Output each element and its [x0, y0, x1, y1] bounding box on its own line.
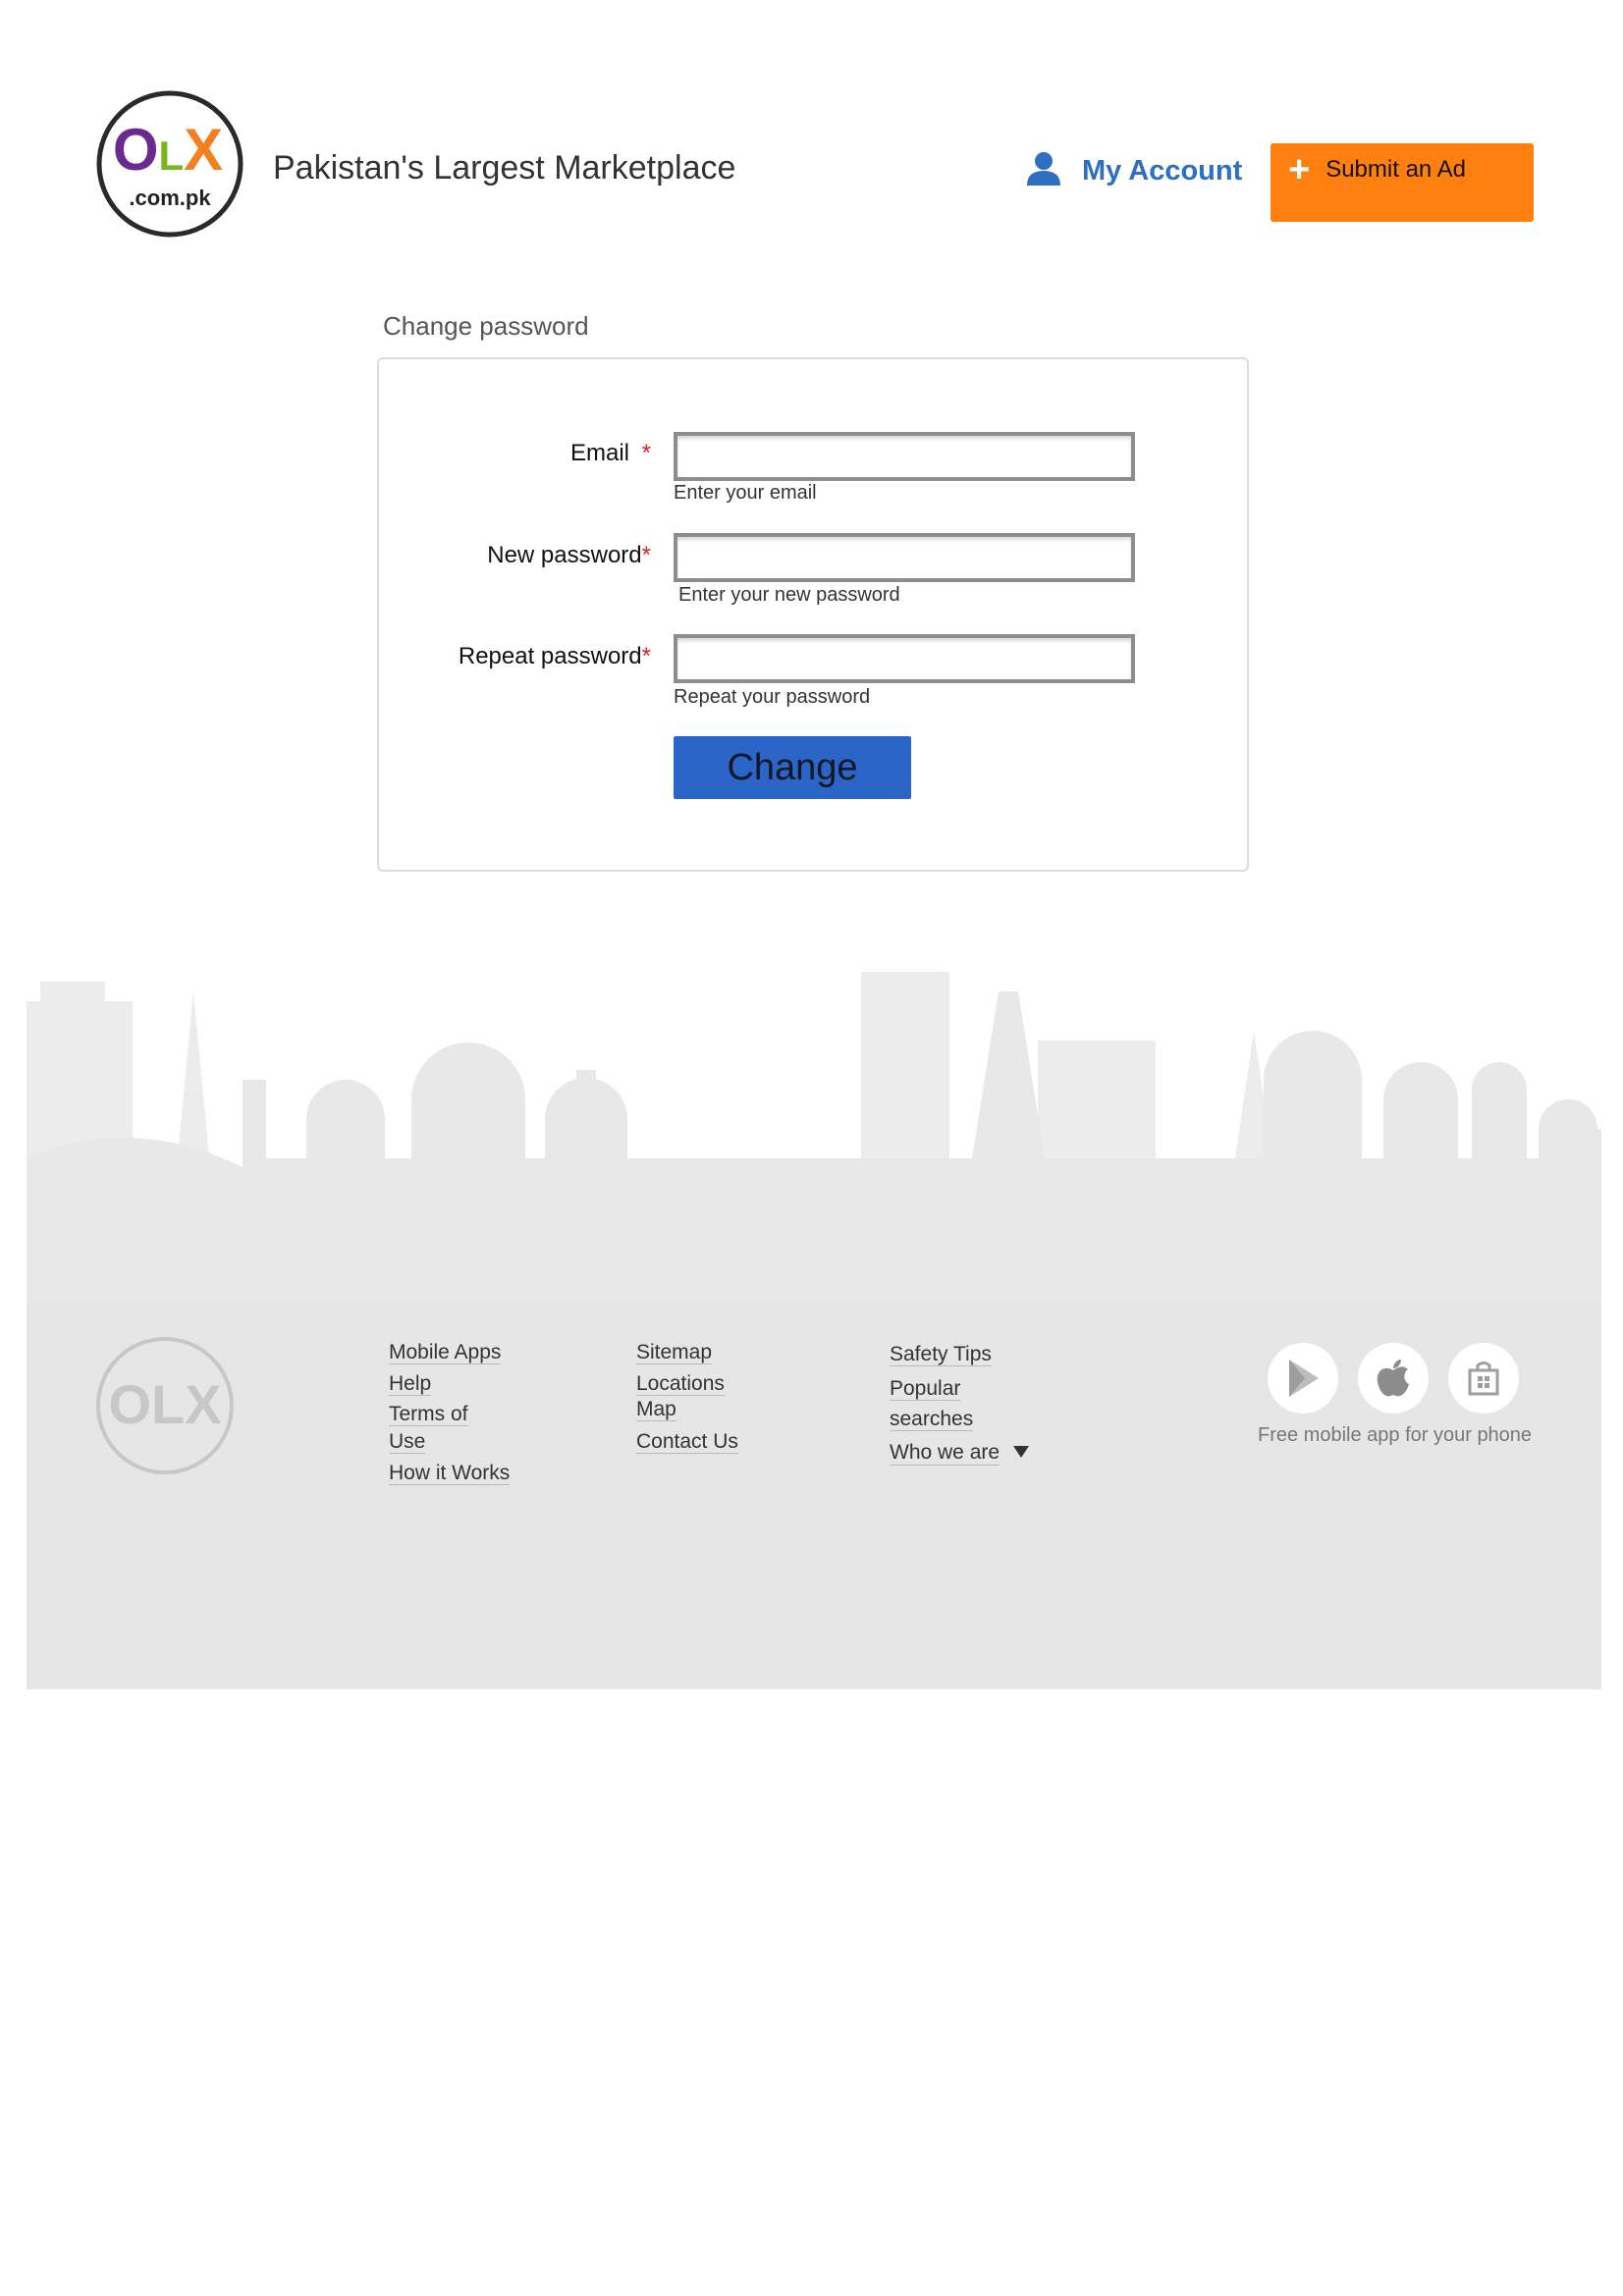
footer-link-who-we-are: Who we are: [890, 1441, 1001, 1466]
footer-link-safety-tips[interactable]: Safety Tips: [890, 1343, 992, 1366]
footer-link-terms-line2[interactable]: Use: [389, 1430, 426, 1454]
new-password-input[interactable]: [674, 533, 1135, 582]
change-button[interactable]: Change: [674, 736, 911, 799]
who-we-are-dropdown[interactable]: Who we are: [890, 1441, 1030, 1466]
footer-olx-logo[interactable]: OLX: [94, 1335, 236, 1476]
footer-link-terms-line1[interactable]: Terms of: [389, 1403, 468, 1426]
repeat-password-input[interactable]: [674, 634, 1135, 683]
footer-link-popular-line2[interactable]: searches: [890, 1408, 974, 1431]
repeat-password-label-text: Repeat password: [458, 643, 642, 669]
footer-link-locations[interactable]: Locations: [636, 1372, 725, 1396]
apple-icon[interactable]: [1358, 1343, 1429, 1414]
footer-link-mobile-apps[interactable]: Mobile Apps: [389, 1341, 502, 1364]
footer-link-sitemap[interactable]: Sitemap: [636, 1341, 713, 1364]
footer-logo-text: OLX: [108, 1373, 221, 1435]
email-label: Email *: [570, 440, 651, 467]
city-skyline-illustration: [27, 972, 1601, 1301]
email-input[interactable]: [674, 432, 1135, 481]
new-password-hint: Enter your new password: [678, 584, 900, 606]
windows-store-icon[interactable]: [1448, 1343, 1519, 1414]
email-hint: Enter your email: [674, 482, 817, 504]
form-title: Change password: [383, 311, 589, 341]
app-caption: Free mobile app for your phone: [1258, 1424, 1533, 1446]
site-tagline: Pakistan's Largest Marketplace: [273, 149, 736, 187]
plus-icon: +: [1288, 149, 1311, 190]
footer-link-how-it-works[interactable]: How it Works: [389, 1462, 511, 1485]
olx-logo[interactable]: OLX .com.pk: [95, 89, 244, 239]
footer-link-contact-us[interactable]: Contact Us: [636, 1430, 738, 1454]
my-account-label: My Account: [1082, 155, 1243, 187]
repeat-password-label: Repeat password*: [459, 643, 651, 670]
user-icon: [1025, 151, 1062, 191]
logo-domain: .com.pk: [129, 186, 211, 210]
google-play-icon[interactable]: [1268, 1343, 1338, 1414]
new-password-label: New password*: [487, 542, 651, 569]
email-label-text: Email: [569, 440, 629, 466]
footer-link-popular-line1[interactable]: Popular: [890, 1377, 961, 1401]
repeat-password-hint: Repeat your password: [674, 686, 871, 708]
new-password-label-text: New password: [487, 542, 642, 568]
required-marker: *: [641, 542, 651, 568]
required-marker: *: [641, 643, 651, 669]
my-account-link[interactable]: My Account: [1025, 151, 1242, 191]
footer-link-help[interactable]: Help: [389, 1372, 432, 1396]
caret-down-icon: [1013, 1445, 1030, 1463]
required-marker: *: [641, 440, 651, 466]
footer-link-map[interactable]: Map: [636, 1398, 676, 1421]
submit-ad-label: Submit an Ad: [1325, 156, 1466, 183]
submit-ad-button[interactable]: + Submit an Ad: [1271, 143, 1534, 222]
app-store-icons: [1268, 1343, 1519, 1414]
